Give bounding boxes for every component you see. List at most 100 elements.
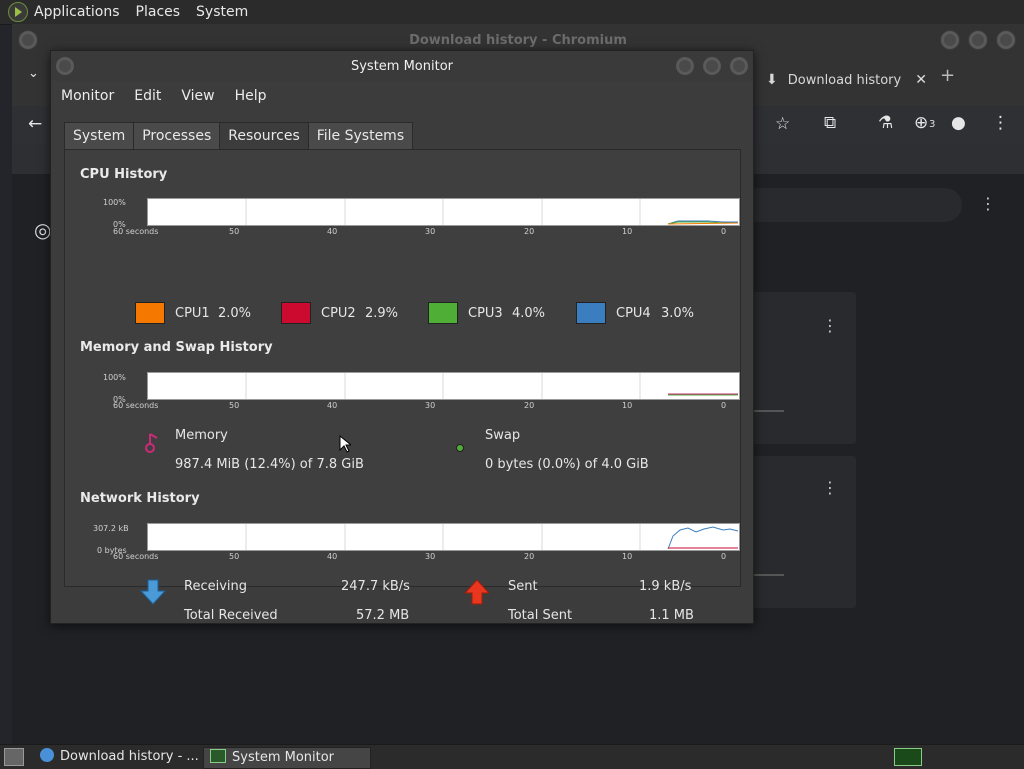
download-item-kebab-icon[interactable]: ⋮ [822,480,838,496]
time-tick-0: 0 [721,552,727,561]
download-item-kebab-icon[interactable]: ⋮ [822,318,838,334]
time-tick-0: 0 [721,227,727,236]
receiving-label: Receiving [184,579,248,594]
memory-history-title: Memory and Swap History [80,340,273,355]
time-tick-0: 0 [721,401,727,410]
memory-label: Memory [175,428,228,443]
cpu3-value: 4.0% [512,306,546,321]
total-received-label: Total Received [184,608,278,623]
network-y-top-label: 307.2 kB [93,524,129,533]
taskbar-item-system-monitor[interactable]: System Monitor [203,747,371,769]
memory-value: 987.4 MiB (12.4%) of 7.8 GiB [175,457,364,472]
memory-history-graph [147,372,740,400]
tab-download-history[interactable]: ⬇ Download history ✕ [752,64,952,96]
mouse-cursor-icon [339,435,351,453]
system-monitor-window: System Monitor Monitor Edit View Help Sy… [50,50,754,624]
bottom-taskbar: Download history - ... System Monitor [0,744,1024,769]
cpu1-color-swatch[interactable] [135,302,165,324]
window-title: System Monitor [350,59,454,74]
menu-monitor[interactable]: Monitor [51,84,124,108]
search-downloads-input[interactable] [742,188,962,222]
labs-flask-icon[interactable]: ⚗ [878,113,893,133]
time-tick-20: 20 [524,227,535,236]
time-tick-30: 30 [425,227,436,236]
close-button[interactable] [729,56,749,76]
resources-panel: CPU History 100% 0% 60 seconds 50 40 30 … [64,149,741,623]
time-tick-40: 40 [327,401,338,410]
cpu3-color-swatch[interactable] [428,302,458,324]
chrome-logo-icon: ◎ [34,218,52,242]
network-graph-svg [245,524,739,550]
time-tick-20: 20 [524,552,535,561]
time-tick-40: 40 [327,552,338,561]
downloads-icon[interactable]: ⊕ [914,113,928,133]
profile-avatar-icon[interactable]: ● [951,113,966,133]
cpu4-value: 3.0% [661,306,695,321]
top-panel: Applications Places System [0,0,1024,25]
cpu2-color-swatch[interactable] [281,302,311,324]
time-tick-50: 50 [229,401,240,410]
time-tick-10: 10 [622,227,633,236]
time-tick-60: 60 seconds [113,552,159,561]
menu-edit[interactable]: Edit [124,84,171,108]
cpu-history-title: CPU History [80,167,168,182]
tab-title: Download history [787,72,902,88]
cpu4-color-swatch[interactable] [576,302,606,324]
system-monitor-app-icon [210,749,226,763]
menu-system[interactable]: System [196,4,248,20]
cpu4-label: CPU4 [616,306,651,321]
cpu1-value: 2.0% [218,306,252,321]
new-tab-plus-icon[interactable]: + [940,65,955,86]
downloads-count-badge: 3 [929,119,936,130]
taskbar-item-chromium[interactable]: Download history - ... [34,747,199,767]
sent-value: 1.9 kB/s [639,579,692,594]
total-sent-label: Total Sent [508,608,573,623]
show-desktop-icon[interactable] [4,748,24,766]
menu-help[interactable]: Help [225,84,277,108]
cpu-graph-svg [245,199,739,225]
swap-pie-icon[interactable] [455,443,465,453]
sent-label: Sent [508,579,538,594]
cpu2-value: 2.9% [365,306,399,321]
menu-applications[interactable]: Applications [34,4,120,20]
tab-system[interactable]: System [64,122,135,151]
maximize-button[interactable] [968,30,988,50]
minimize-button[interactable] [675,56,695,76]
time-tick-50: 50 [229,227,240,236]
cpu2-label: CPU2 [321,306,356,321]
tab-processes[interactable]: Processes [133,122,221,151]
window-menu-button[interactable] [18,30,38,50]
memory-y-top-label: 100% [103,373,126,382]
close-button[interactable] [996,30,1016,50]
download-icon: ⬇ [766,72,778,88]
receiving-value: 247.7 kB/s [341,579,410,594]
menu-places[interactable]: Places [136,4,181,20]
tab-close-icon[interactable]: ✕ [915,72,927,88]
swap-label: Swap [485,428,521,443]
receiving-down-arrow-icon[interactable] [139,578,167,606]
bookmark-star-icon[interactable]: ☆ [775,114,790,134]
chromium-app-icon [40,748,54,762]
system-monitor-tray-icon[interactable] [894,748,922,766]
chrome-menu-kebab-icon[interactable]: ⋮ [992,113,1009,133]
extensions-puzzle-icon[interactable]: ⧉ [824,113,836,133]
tab-resources[interactable]: Resources [219,122,309,151]
tab-file-systems[interactable]: File Systems [307,122,414,151]
minimize-button[interactable] [940,30,960,50]
network-history-graph [147,523,740,551]
cpu-history-graph [147,198,740,226]
distro-logo-icon[interactable] [8,2,28,22]
back-arrow-icon[interactable]: ← [28,114,42,134]
sent-up-arrow-icon[interactable] [463,578,491,606]
time-tick-10: 10 [622,552,633,561]
maximize-button[interactable] [702,56,722,76]
total-received-value: 57.2 MB [356,608,410,623]
time-tick-30: 30 [425,401,436,410]
tab-search-chevron-icon[interactable]: ⌄ [28,66,39,81]
menu-view[interactable]: View [171,84,224,108]
downloads-more-kebab-icon[interactable]: ⋮ [980,196,996,212]
time-tick-60: 60 seconds [113,401,159,410]
taskbar-item-label: Download history - ... [60,749,199,764]
memory-pie-icon[interactable] [145,432,161,454]
cpu-y-top-label: 100% [103,198,126,207]
